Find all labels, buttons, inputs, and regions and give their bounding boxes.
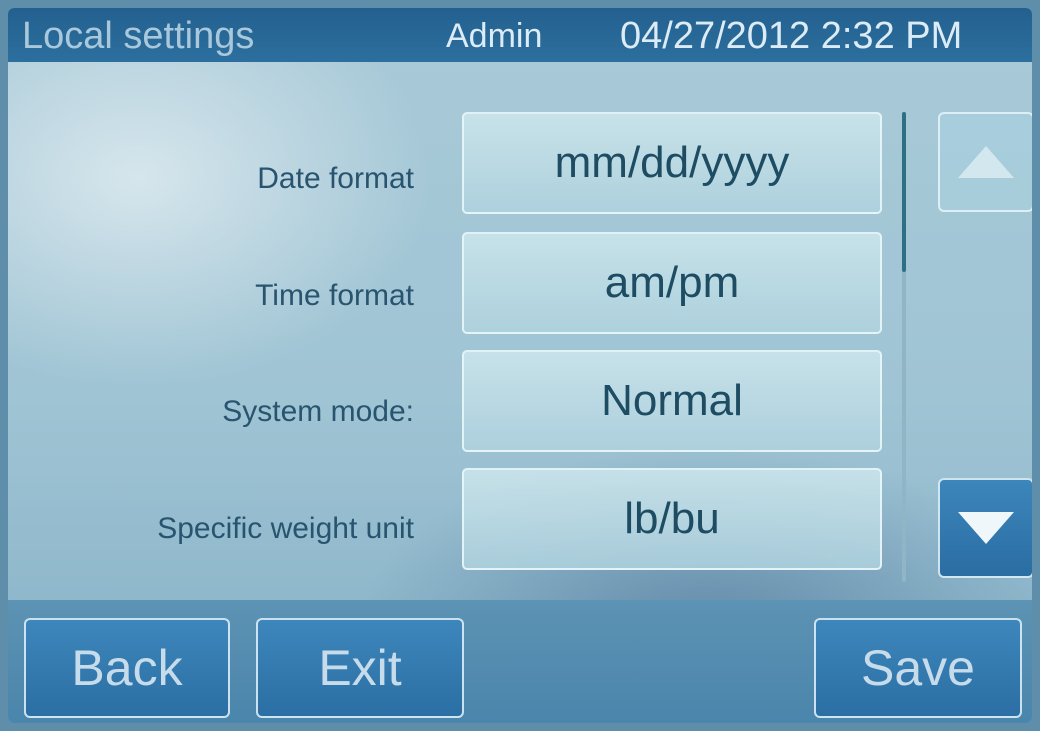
date-format-button[interactable]: mm/dd/yyyy <box>462 112 882 214</box>
scroll-down-button[interactable] <box>938 478 1032 578</box>
specific-weight-unit-button[interactable]: lb/bu <box>462 468 882 570</box>
time-format-button[interactable]: am/pm <box>462 232 882 334</box>
date-format-label: Date format <box>257 162 414 195</box>
specific-weight-unit-label: Specific weight unit <box>157 512 414 545</box>
triangle-down-icon <box>958 512 1014 544</box>
clock: 04/27/2012 2:32 PM <box>620 15 963 57</box>
scroll-up-button[interactable] <box>938 112 1032 212</box>
system-mode-label: System mode: <box>222 395 414 428</box>
back-button[interactable]: Back <box>24 618 230 718</box>
user-name: Admin <box>446 17 543 55</box>
scrollbar-thumb[interactable] <box>902 112 906 272</box>
page-title: Local settings <box>22 15 255 57</box>
title-bar: Local settings Admin 04/27/2012 2:32 PM <box>8 8 1032 62</box>
triangle-up-icon <box>958 146 1014 178</box>
save-button[interactable]: Save <box>814 618 1022 718</box>
exit-button[interactable]: Exit <box>256 618 464 718</box>
system-mode-button[interactable]: Normal <box>462 350 882 452</box>
time-format-label: Time format <box>255 279 414 312</box>
bottom-bar: Back Exit Save <box>8 600 1032 723</box>
touch-screen: Local settings Admin 04/27/2012 2:32 PM … <box>8 8 1032 723</box>
